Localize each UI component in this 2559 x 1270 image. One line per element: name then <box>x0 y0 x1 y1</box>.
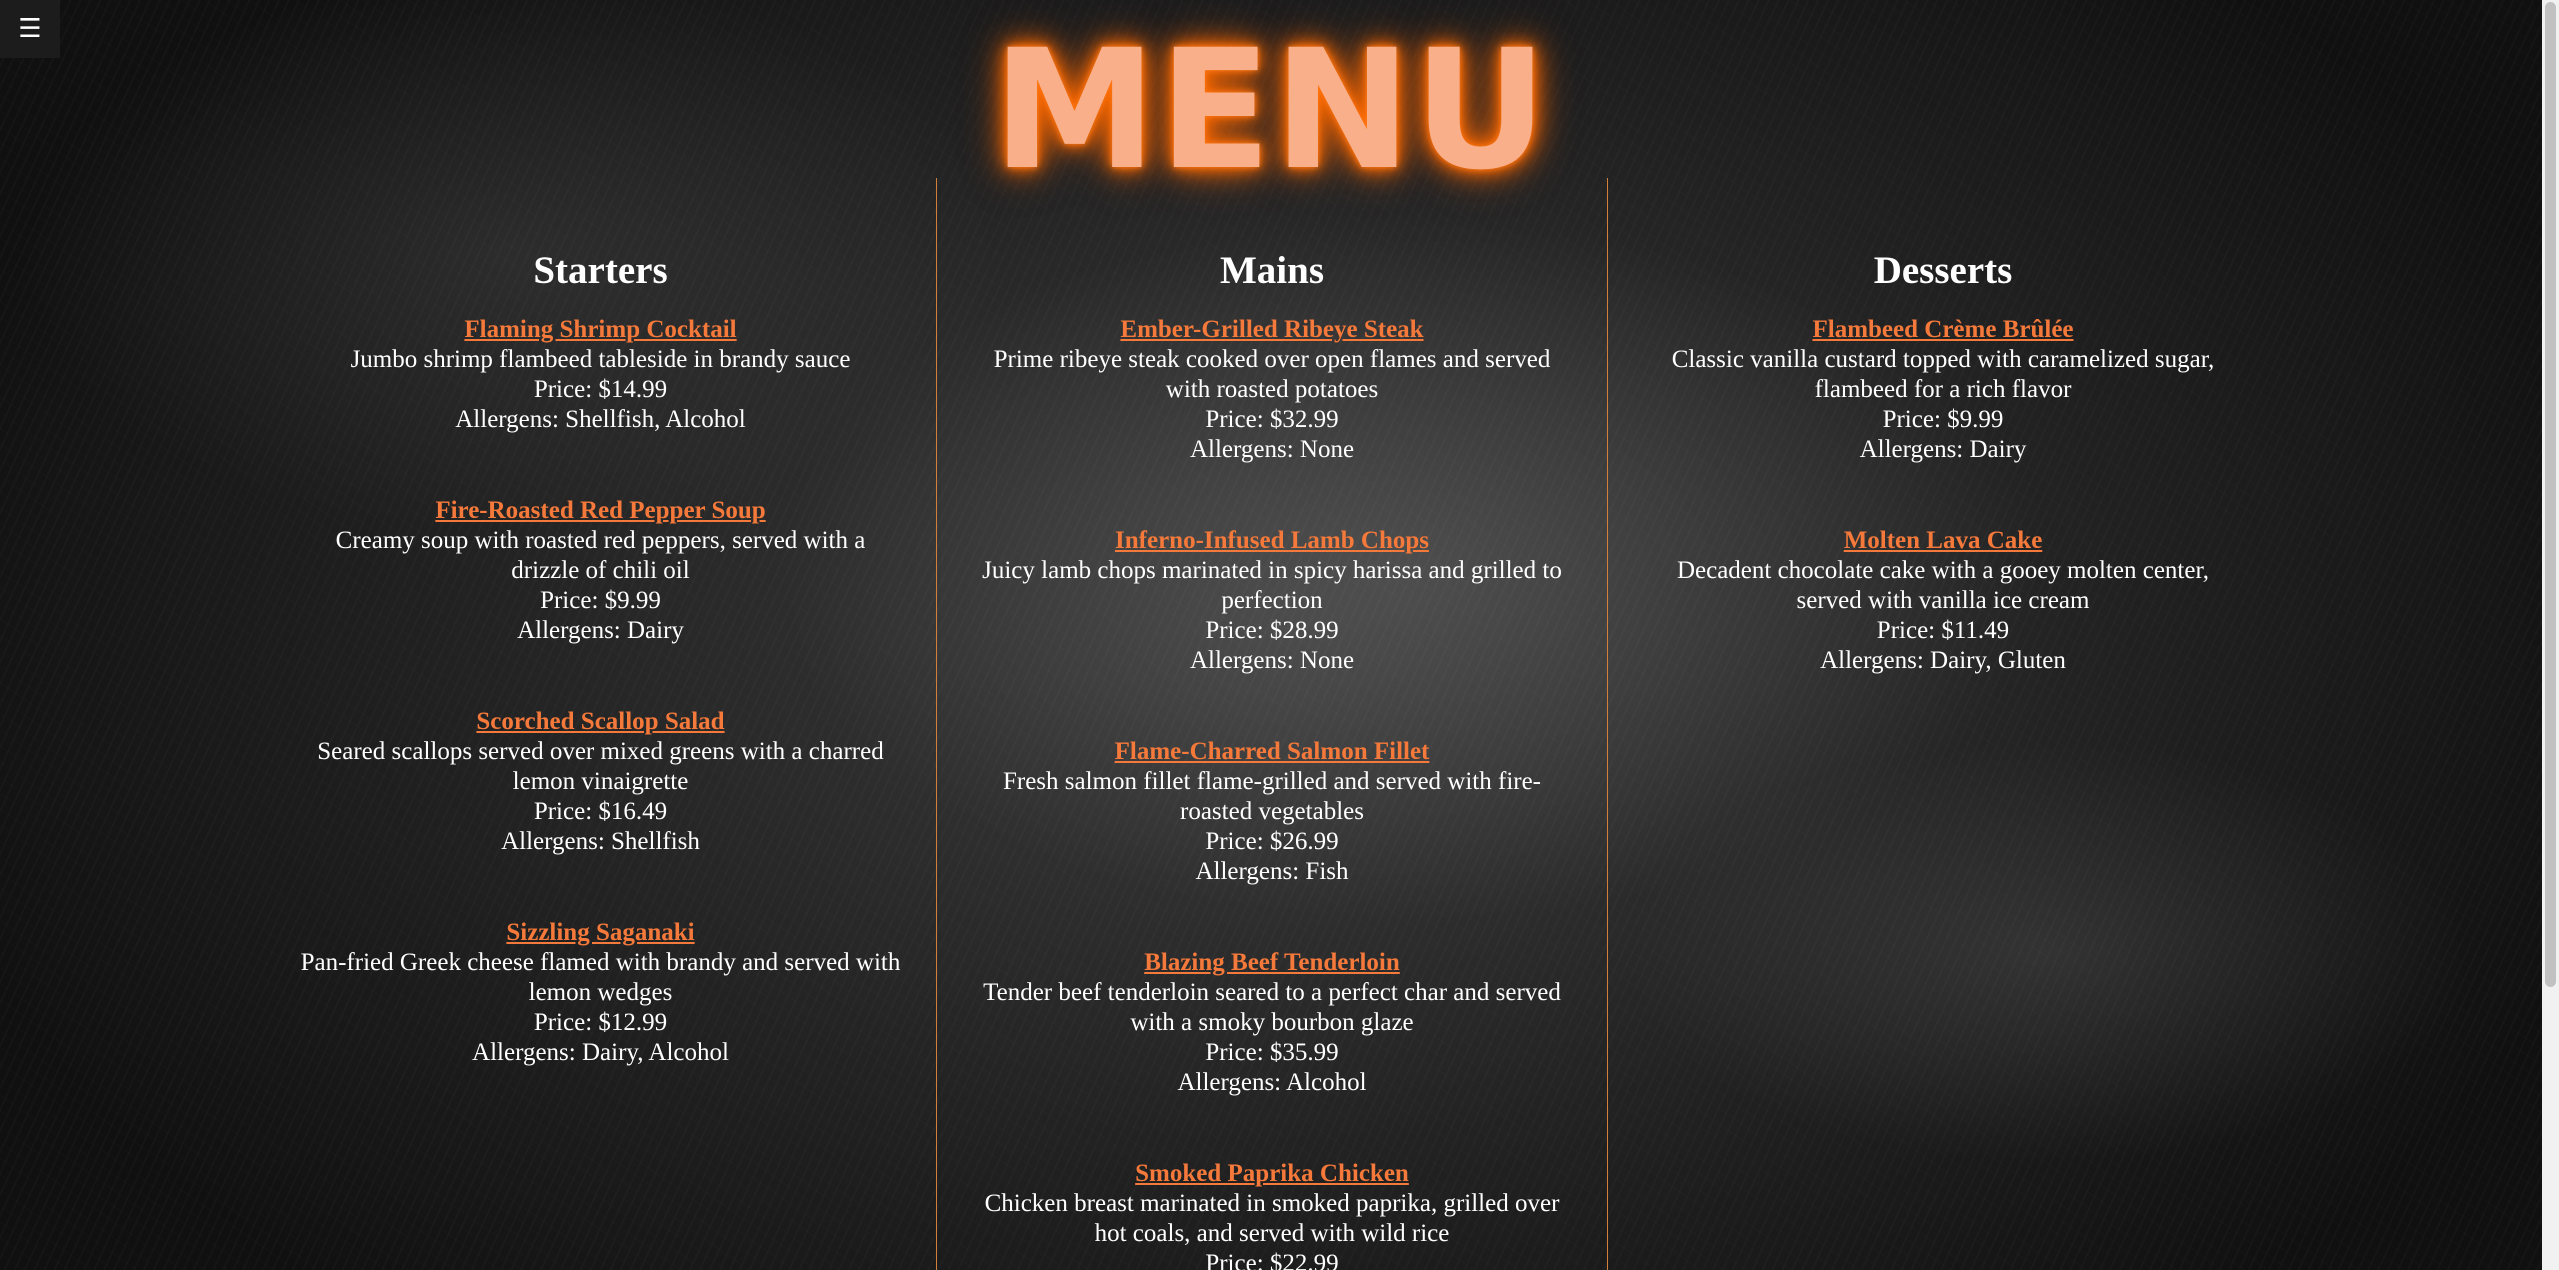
menu-item-price: Price: $9.99 <box>540 587 661 614</box>
section-desserts: Desserts Flambeed Crème Brûlée Classic v… <box>1607 178 2278 1270</box>
item-list: Flambeed Crème Brûlée Classic vanilla cu… <box>1608 315 2278 676</box>
menu-item-allergens: Allergens: Dairy <box>517 617 684 644</box>
menu-item-description: Tender beef tenderloin seared to a perfe… <box>983 979 1561 1036</box>
menu-item-price: Price: $32.99 <box>1205 406 1339 433</box>
menu-item-name-link[interactable]: Inferno-Infused Lamb Chops <box>1115 526 1429 556</box>
section-heading: Desserts <box>1873 249 2013 292</box>
menu-item-name-link[interactable]: Flaming Shrimp Cocktail <box>464 315 736 345</box>
menu-item-description: Chicken breast marinated in smoked papri… <box>984 1190 1560 1247</box>
menu-item-allergens: Allergens: Shellfish <box>501 828 700 855</box>
menu-item-name-link[interactable]: Fire-Roasted Red Pepper Soup <box>435 496 765 526</box>
menu-item: Sizzling Saganaki Pan-fried Greek cheese… <box>265 918 936 1068</box>
menu-item-allergens: Allergens: Dairy, Alcohol <box>472 1039 729 1066</box>
scrollbar-thumb[interactable] <box>2545 2 2556 987</box>
menu-item-allergens: Allergens: None <box>1189 647 1355 674</box>
section-heading: Starters <box>533 249 668 292</box>
menu-item-description: Creamy soup with roasted red peppers, se… <box>335 527 866 584</box>
page-title: MENU <box>992 14 1550 206</box>
menu-item-description: Classic vanilla custard topped with cara… <box>1671 346 2215 403</box>
menu-item-description: Seared scallops served over mixed greens… <box>317 738 884 795</box>
menu-item-name-link[interactable]: Blazing Beef Tenderloin <box>1144 948 1400 978</box>
menu-item: Blazing Beef Tenderloin Tender beef tend… <box>937 948 1607 1098</box>
menu-item-price: Price: $35.99 <box>1205 1039 1339 1066</box>
menu-item-name-link[interactable]: Sizzling Saganaki <box>506 918 694 948</box>
menu-item: Fire-Roasted Red Pepper Soup Creamy soup… <box>265 496 936 646</box>
menu-item-allergens: Allergens: Shellfish, Alcohol <box>455 406 746 433</box>
section-starters: Starters Flaming Shrimp Cocktail Jumbo s… <box>265 178 936 1270</box>
menu-columns: Starters Flaming Shrimp Cocktail Jumbo s… <box>265 178 2278 1270</box>
menu-item: Flaming Shrimp Cocktail Jumbo shrimp fla… <box>265 315 936 435</box>
menu-item-price: Price: $16.49 <box>533 798 668 825</box>
menu-item-description: Juicy lamb chops marinated in spicy hari… <box>982 557 1562 614</box>
menu-item-description: Pan-fried Greek cheese flamed with brand… <box>300 949 901 1006</box>
menu-item-price: Price: $28.99 <box>1205 617 1339 644</box>
menu-item-price: Price: $11.49 <box>1876 617 2010 644</box>
menu-item-description: Prime ribeye steak cooked over open flam… <box>993 346 1551 403</box>
menu-item: Scorched Scallop Salad Seared scallops s… <box>265 707 936 857</box>
vertical-scrollbar[interactable] <box>2542 0 2559 1270</box>
menu-item-allergens: Allergens: Fish <box>1195 858 1349 885</box>
menu-item: Molten Lava Cake Decadent chocolate cake… <box>1608 526 2278 676</box>
menu-item-price: Price: $9.99 <box>1882 406 2004 433</box>
menu-item-name-link[interactable]: Flame-Charred Salmon Fillet <box>1115 737 1430 767</box>
menu-item: Flambeed Crème Brûlée Classic vanilla cu… <box>1608 315 2278 465</box>
menu-item-name-link[interactable]: Molten Lava Cake <box>1844 526 2043 556</box>
menu-item-allergens: Allergens: Alcohol <box>1177 1069 1367 1096</box>
menu-item-description: Decadent chocolate cake with a gooey mol… <box>1676 557 2210 614</box>
menu-item-name-link[interactable]: Ember-Grilled Ribeye Steak <box>1120 315 1423 345</box>
menu-item-price: Price: $26.99 <box>1205 828 1339 855</box>
menu-item-allergens: Allergens: Dairy <box>1859 436 2027 463</box>
section-mains: Mains Ember-Grilled Ribeye Steak Prime r… <box>936 178 1607 1270</box>
menu-item: Inferno-Infused Lamb Chops Juicy lamb ch… <box>937 526 1607 676</box>
menu-item: Smoked Paprika Chicken Chicken breast ma… <box>937 1159 1607 1270</box>
menu-item-allergens: Allergens: None <box>1189 436 1355 463</box>
menu-item-allergens: Allergens: Dairy, Gluten <box>1820 647 2066 674</box>
menu-item: Flame-Charred Salmon Fillet Fresh salmon… <box>937 737 1607 887</box>
menu-item-price: Price: $14.99 <box>533 376 668 403</box>
item-list: Ember-Grilled Ribeye Steak Prime ribeye … <box>937 315 1607 1270</box>
section-heading: Mains <box>1219 249 1324 292</box>
menu-item-price: Price: $22.99 <box>1205 1250 1339 1270</box>
menu-item-name-link[interactable]: Smoked Paprika Chicken <box>1135 1159 1409 1189</box>
menu-item-description: Fresh salmon fillet flame-grilled and se… <box>1002 768 1542 825</box>
menu-item: Ember-Grilled Ribeye Steak Prime ribeye … <box>937 315 1607 465</box>
menu-item-name-link[interactable]: Scorched Scallop Salad <box>476 707 724 737</box>
menu-item-description: Jumbo shrimp flambeed tableside in brand… <box>350 346 851 373</box>
item-list: Flaming Shrimp Cocktail Jumbo shrimp fla… <box>265 315 936 1068</box>
menu-item-price: Price: $12.99 <box>533 1009 668 1036</box>
menu-item-name-link[interactable]: Flambeed Crème Brûlée <box>1812 315 2073 345</box>
